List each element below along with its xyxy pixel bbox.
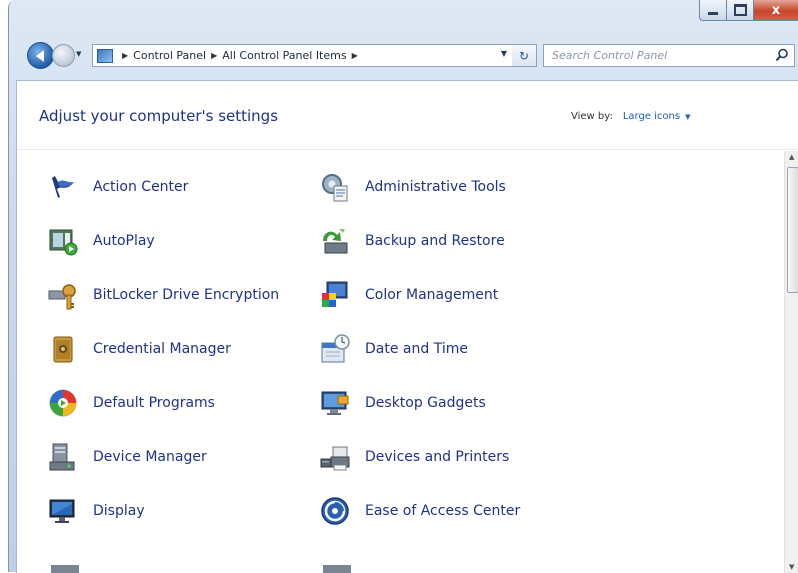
item-action-center[interactable]: Action Center: [45, 167, 188, 207]
scroll-down-icon[interactable]: ▼: [789, 563, 794, 571]
item-label: Backup and Restore: [365, 233, 505, 249]
view-by-label: View by:: [571, 111, 613, 122]
item-default-programs[interactable]: Default Programs: [45, 383, 215, 423]
ease-of-access-icon: [317, 493, 353, 529]
item-label: Color Management: [365, 287, 499, 303]
item-desktop-gadgets[interactable]: Desktop Gadgets: [317, 383, 486, 423]
search-icon[interactable]: [775, 48, 789, 62]
divider: [17, 149, 798, 150]
printer-icon: [317, 439, 353, 475]
item-label: Display: [93, 503, 145, 519]
refresh-button[interactable]: ↻: [512, 44, 537, 67]
minimize-button[interactable]: [699, 0, 727, 21]
item-credential-manager[interactable]: Credential Manager: [45, 329, 231, 369]
item-administrative-tools[interactable]: Administrative Tools: [317, 167, 506, 207]
back-button[interactable]: [27, 42, 54, 69]
flag-icon: [45, 169, 81, 205]
autoplay-icon: [45, 223, 81, 259]
item-backup-and-restore[interactable]: Backup and Restore: [317, 221, 505, 261]
control-panel-icon: [97, 48, 113, 63]
item-device-manager[interactable]: Device Manager: [45, 437, 207, 477]
display-monitor-icon: [45, 493, 81, 529]
date-time-icon: [317, 331, 353, 367]
item-display[interactable]: Display: [45, 491, 145, 531]
backup-icon: [317, 223, 353, 259]
item-autoplay[interactable]: AutoPlay: [45, 221, 155, 261]
chevron-right-icon[interactable]: ▶: [122, 51, 128, 60]
item-devices-and-printers[interactable]: Devices and Printers: [317, 437, 509, 477]
device-manager-icon: [45, 439, 81, 475]
search-box[interactable]: [543, 44, 795, 67]
control-panel-window: x ▼ ▶ Control Panel ▶ All Control Panel …: [8, 0, 798, 573]
item-label: Devices and Printers: [365, 449, 510, 465]
breadcrumb-all-items[interactable]: All Control Panel Items: [222, 49, 346, 62]
content-pane: Adjust your computer's settings View by:…: [16, 80, 798, 573]
bitlocker-key-icon: [45, 277, 81, 313]
vertical-scrollbar[interactable]: ▲ ▼: [784, 151, 798, 573]
address-bar[interactable]: ▶ Control Panel ▶ All Control Panel Item…: [92, 44, 514, 67]
default-programs-icon: [45, 385, 81, 421]
credential-vault-icon: [45, 331, 81, 367]
color-management-icon: [317, 277, 353, 313]
chevron-right-icon[interactable]: ▶: [211, 51, 217, 60]
item-label: Credential Manager: [93, 341, 231, 357]
maximize-icon: [733, 4, 747, 16]
search-input[interactable]: [550, 48, 774, 63]
recent-pages-dropdown-icon[interactable]: ▼: [76, 50, 81, 58]
item-color-management[interactable]: Color Management: [317, 275, 498, 315]
close-button[interactable]: x: [754, 0, 798, 21]
item-label: Ease of Access Center: [365, 503, 521, 519]
item-bitlocker[interactable]: BitLocker Drive Encryption: [45, 275, 279, 315]
item-label: Device Manager: [93, 449, 207, 465]
chevron-down-icon[interactable]: ▼: [685, 113, 690, 121]
scroll-up-icon[interactable]: ▲: [789, 153, 794, 161]
item-label: AutoPlay: [93, 233, 155, 249]
page-title: Adjust your computer's settings: [39, 107, 279, 125]
breadcrumb-control-panel[interactable]: Control Panel: [133, 49, 206, 62]
item-label: Action Center: [93, 179, 189, 195]
item-date-and-time[interactable]: Date and Time: [317, 329, 468, 369]
address-dropdown-icon[interactable]: ▼: [501, 49, 507, 58]
forward-button[interactable]: [52, 44, 75, 67]
item-ease-of-access[interactable]: Ease of Access Center: [317, 491, 520, 531]
chevron-right-icon[interactable]: ▶: [352, 51, 358, 60]
item-label: Default Programs: [93, 395, 215, 411]
close-icon: x: [771, 2, 781, 18]
view-by-dropdown[interactable]: Large icons: [623, 111, 680, 122]
navigation-bar: ▼ ▶ Control Panel ▶ All Control Panel It…: [9, 36, 798, 76]
control-panel-items: Action Center Administrative Tools AutoP…: [17, 151, 787, 573]
desktop-gadgets-icon: [317, 385, 353, 421]
admin-tools-icon: [317, 169, 353, 205]
refresh-icon: ↻: [518, 48, 530, 63]
minimize-icon: [708, 11, 718, 15]
item-label: Desktop Gadgets: [365, 395, 486, 411]
item-label: Date and Time: [365, 341, 468, 357]
content-header: Adjust your computer's settings View by:…: [17, 81, 798, 151]
caption-buttons: x: [699, 0, 798, 22]
item-label: Administrative Tools: [365, 179, 506, 195]
maximize-button[interactable]: [727, 0, 754, 21]
back-arrow-icon: [35, 49, 44, 62]
item-label: BitLocker Drive Encryption: [93, 287, 280, 303]
scrollbar-thumb[interactable]: [787, 167, 798, 293]
view-by: View by: Large icons ▼: [571, 111, 690, 122]
